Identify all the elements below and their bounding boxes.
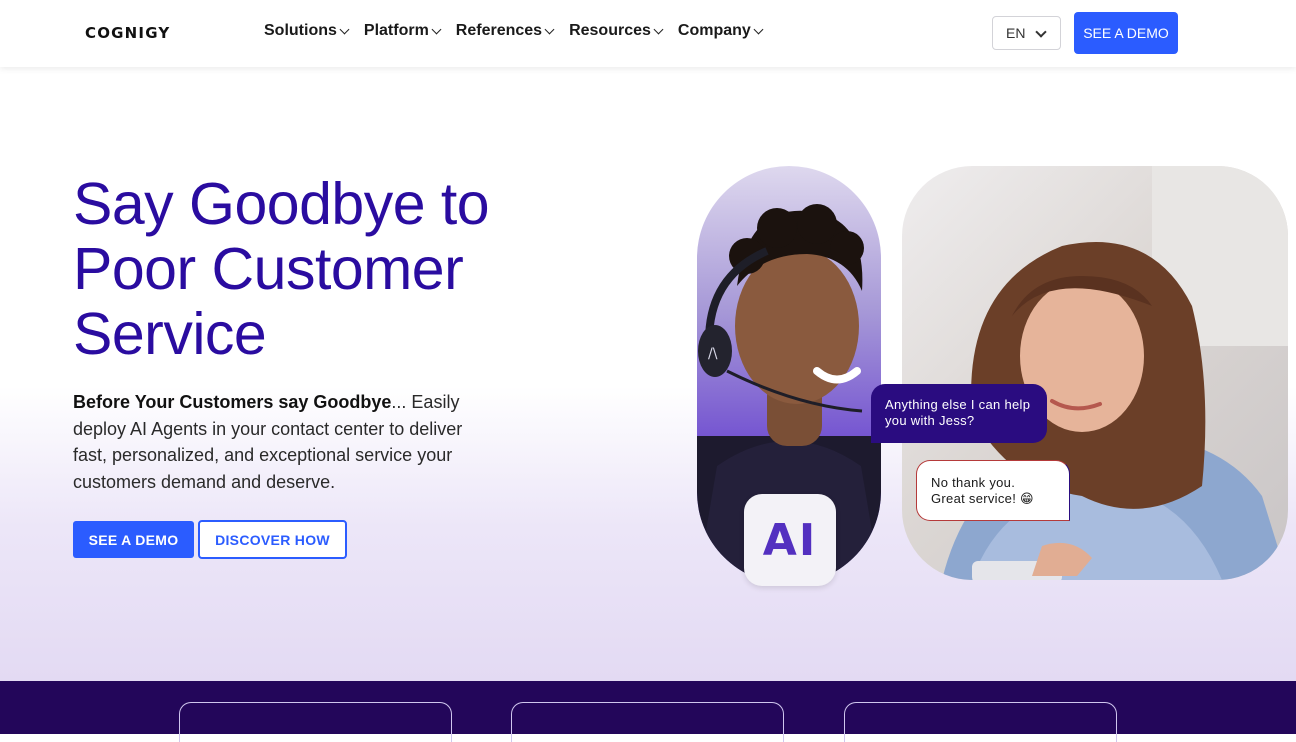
menu-item-company[interactable]: Company xyxy=(677,22,764,40)
language-select[interactable]: EN xyxy=(992,16,1061,50)
chevron-down-icon xyxy=(339,24,350,34)
menu-item-solutions[interactable]: Solutions xyxy=(264,22,350,40)
menu-label: References xyxy=(455,22,543,39)
agent-chat-bubble: Anything else I can help you with Jess? xyxy=(871,384,1047,443)
language-value: EN xyxy=(1006,25,1026,41)
feature-card[interactable] xyxy=(179,702,452,742)
main-menu: Solutions Platform References Resources … xyxy=(264,22,778,40)
feature-card[interactable] xyxy=(511,702,784,742)
feature-card[interactable] xyxy=(844,702,1117,742)
menu-label: Solutions xyxy=(264,22,337,39)
svg-text:/\: /\ xyxy=(708,346,718,362)
description-lead: Before Your Customers say Goodbye xyxy=(73,392,392,412)
cognigy-logo[interactable]: COGNIGY xyxy=(85,24,170,42)
headline-line: Service xyxy=(73,301,267,367)
customer-message-line: No thank you. xyxy=(931,475,1016,490)
headline-line: Poor Customer xyxy=(73,236,464,302)
chevron-down-icon xyxy=(431,24,442,34)
menu-label: Resources xyxy=(569,22,651,39)
top-navigation: COGNIGY Solutions Platform References Re… xyxy=(0,0,1296,67)
menu-label: Company xyxy=(677,22,751,39)
chevron-down-icon xyxy=(653,24,664,34)
hero-description: Before Your Customers say Goodbye... Eas… xyxy=(73,389,483,495)
nav-see-demo-button[interactable]: SEE A DEMO xyxy=(1074,12,1178,54)
see-demo-button[interactable]: SEE A DEMO xyxy=(73,521,194,558)
menu-label: Platform xyxy=(363,22,429,39)
menu-item-resources[interactable]: Resources xyxy=(569,22,664,40)
discover-how-button[interactable]: DISCOVER HOW xyxy=(198,520,347,559)
ai-badge: AI xyxy=(744,494,836,586)
chevron-down-icon xyxy=(1035,26,1047,38)
hero-headline: Say Goodbye to Poor Customer Service xyxy=(73,172,553,367)
headline-line: Say Goodbye to xyxy=(73,171,490,237)
ai-badge-label: AI xyxy=(762,514,818,566)
chevron-down-icon xyxy=(753,24,764,34)
customer-chat-bubble: No thank you. Great service! 😁 xyxy=(916,460,1070,521)
customer-message-line: Great service! 😁 xyxy=(931,491,1034,506)
chevron-down-icon xyxy=(544,24,555,34)
menu-item-references[interactable]: References xyxy=(455,22,555,40)
menu-item-platform[interactable]: Platform xyxy=(363,22,442,40)
